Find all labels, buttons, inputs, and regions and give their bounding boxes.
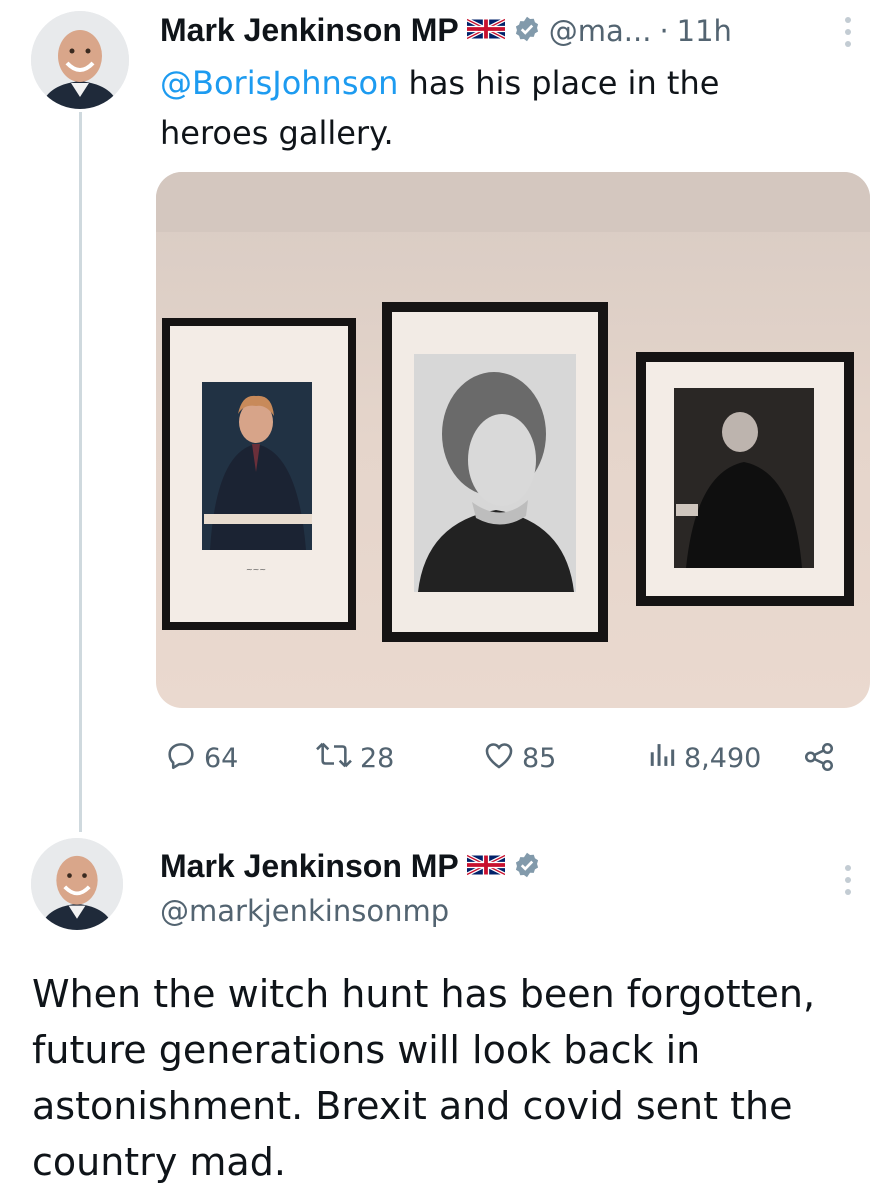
tweet1-header: Mark Jenkinson MP @ma... · 11h	[160, 12, 732, 49]
avatar[interactable]	[31, 838, 123, 930]
reply-count: 64	[204, 743, 239, 774]
mention-link[interactable]: @BorisJohnson	[160, 64, 398, 102]
like-count: 85	[522, 743, 557, 774]
more-vertical-icon[interactable]	[838, 14, 858, 50]
portrait-frame-middle	[382, 302, 608, 642]
like-button[interactable]: 85	[482, 738, 556, 779]
reply-button[interactable]: 64	[164, 738, 238, 779]
retweet-count: 28	[360, 743, 395, 774]
verified-badge-icon	[513, 851, 541, 883]
portrait-frame-left: ~~~	[162, 318, 356, 630]
author-handle[interactable]: @ma...	[549, 14, 652, 48]
svg-text:~~~: ~~~	[246, 565, 266, 574]
tweet2-text: When the witch hunt has been forgotten, …	[32, 972, 816, 1184]
views-icon	[648, 738, 678, 779]
uk-flag-icon	[465, 16, 506, 46]
view-count: 8,490	[684, 743, 762, 774]
author-handle[interactable]: @markjenkinsonmp	[160, 894, 449, 928]
share-icon[interactable]	[802, 740, 836, 778]
thread-connector-line	[79, 112, 82, 832]
views-button[interactable]: 8,490	[648, 738, 761, 779]
avatar[interactable]	[31, 11, 129, 109]
uk-flag-icon	[465, 852, 506, 882]
author-name[interactable]: Mark Jenkinson MP	[160, 12, 459, 49]
reply-icon	[164, 738, 198, 779]
portrait-frame-right	[636, 352, 854, 606]
dot-separator: ·	[659, 13, 669, 48]
heart-icon	[482, 738, 516, 779]
verified-badge-icon	[513, 15, 541, 47]
retweet-button[interactable]: 28	[314, 738, 394, 779]
tweet1-text: @BorisJohnson has his place in the heroe…	[160, 58, 820, 158]
retweet-icon	[314, 738, 354, 779]
more-vertical-icon[interactable]	[838, 862, 858, 898]
author-name[interactable]: Mark Jenkinson MP	[160, 848, 459, 885]
tweet1-photo[interactable]: ~~~	[156, 172, 870, 708]
timestamp[interactable]: 11h	[677, 14, 732, 48]
tweet2-header: Mark Jenkinson MP	[160, 848, 541, 885]
